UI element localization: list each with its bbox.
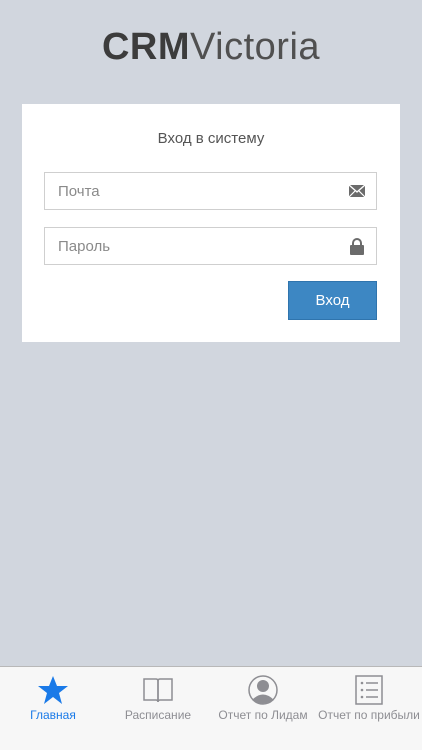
password-field[interactable] <box>45 228 376 264</box>
tab-profit-report[interactable]: Отчет по прибыли <box>316 667 422 727</box>
login-card: Вход в систему Вход <box>22 104 400 342</box>
logo-crm: CRM <box>101 26 190 68</box>
email-field[interactable] <box>45 173 376 209</box>
login-title: Вход в систему <box>157 130 265 147</box>
tab-leads-report-label: Отчет по Лидам <box>218 708 308 722</box>
tab-bar: Главная Расписание Отчет по Лидам Отчет … <box>0 666 422 750</box>
app-logo: CRMVictoria <box>0 26 422 69</box>
tab-leads-report[interactable]: Отчет по Лидам <box>210 667 316 727</box>
tab-profit-report-label: Отчет по прибыли <box>318 708 420 722</box>
lock-icon <box>350 238 364 255</box>
star-icon <box>38 676 68 704</box>
list-icon <box>355 675 383 705</box>
envelope-icon <box>348 184 366 198</box>
tab-home-label: Главная <box>30 708 76 722</box>
password-field-wrapper <box>44 227 377 265</box>
login-button[interactable]: Вход <box>288 281 377 320</box>
tab-home[interactable]: Главная <box>0 667 106 727</box>
person-icon <box>248 675 278 705</box>
email-field-wrapper <box>44 172 377 210</box>
tab-schedule[interactable]: Расписание <box>105 667 211 727</box>
book-icon <box>143 678 173 703</box>
logo-victoria: Victoria <box>190 26 321 68</box>
tab-schedule-label: Расписание <box>124 708 192 722</box>
